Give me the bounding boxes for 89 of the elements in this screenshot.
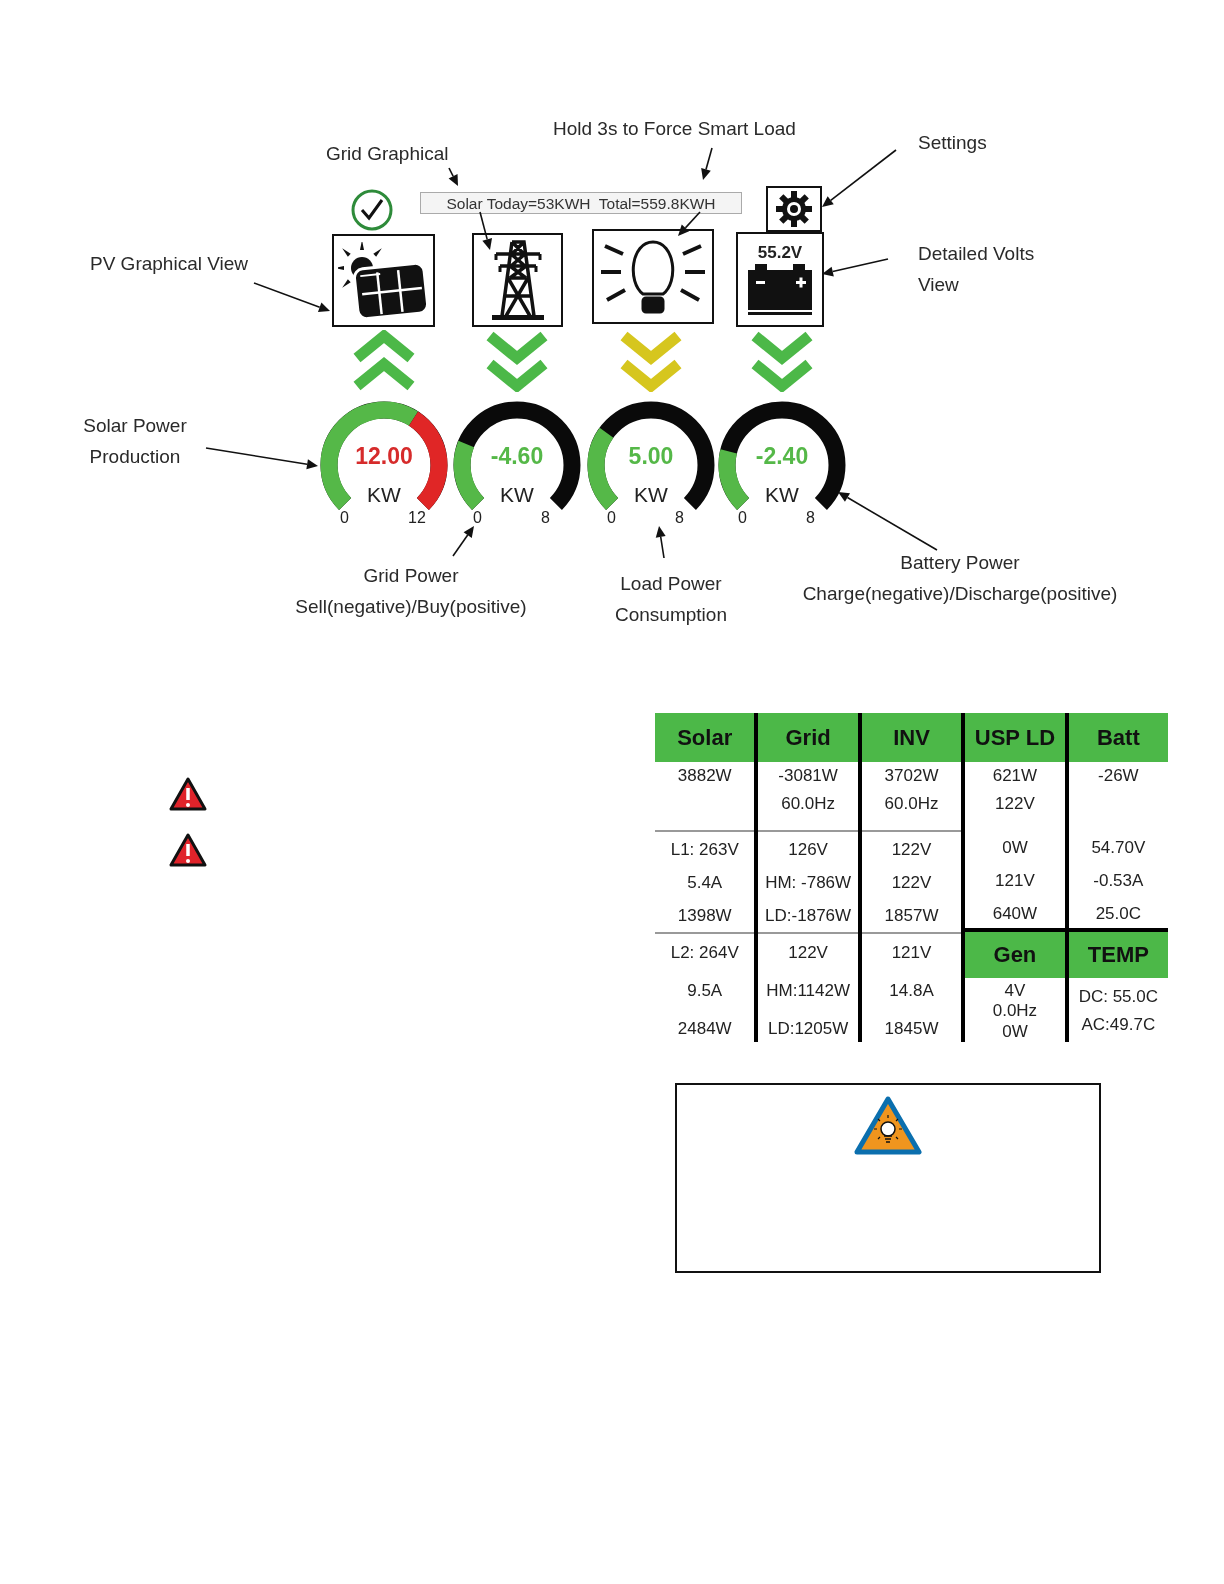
leader-arrow (822, 258, 889, 277)
column-header: Grid (758, 713, 858, 762)
table-cell: AC:49.7C (1081, 1014, 1156, 1035)
table-cell-text: 122V (891, 872, 932, 894)
table-cell-text: 121V (995, 870, 1035, 892)
table-cell-text: L1: 263V (670, 839, 739, 861)
table-cell-text: 640W (992, 903, 1038, 925)
check-circle-icon (350, 188, 394, 232)
annotation-label: Detailed Volts View (918, 242, 1036, 297)
table-cell: 0W (1002, 1021, 1028, 1042)
table-cell-text: 54.70V (1091, 837, 1146, 859)
gauge-max: 8 (675, 509, 684, 527)
annotation-label: Load Power Consumption (614, 572, 728, 627)
table-cell-text: -3081W (778, 765, 838, 787)
gauge-value: 12.00 (354, 443, 414, 470)
table-cell-text: -26W (1098, 765, 1139, 787)
table-cell-text: HM: -786W (765, 872, 852, 894)
warning-icon (168, 832, 208, 868)
annotation-label: Hold 3s to Force Smart Load (553, 117, 797, 141)
gauge-value: -2.40 (754, 443, 810, 470)
leader-arrow (678, 211, 701, 236)
gauge-min: 0 (340, 509, 349, 527)
table-cell-text: L2: 264V (670, 942, 739, 964)
table-cell-text: 122V (788, 942, 828, 964)
column-header: Solar (655, 713, 755, 762)
annotation-label: Battery Power Charge(negative)/Discharge(positive) (801, 551, 1119, 606)
table-cell-text: 25.0C (1095, 903, 1141, 925)
table-cell: 4V (1004, 980, 1026, 1001)
annotation-label: Grid Power Sell(negative)/Buy(positive) (294, 564, 528, 619)
table-cell-text: 126V (788, 839, 828, 861)
table-cell: 0.0Hz (992, 1001, 1038, 1021)
table-cell-text: 14.8A (889, 980, 934, 1002)
column-header: INV (861, 713, 962, 762)
settings-icon (775, 190, 813, 228)
gauge-max: 12 (408, 509, 426, 527)
annotation-label: Solar Power Production (82, 414, 188, 469)
gauge-value: 5.00 (627, 443, 675, 470)
gauge-unit: KW (633, 483, 669, 507)
table-cell-text: 1398W (677, 905, 732, 927)
warning-icon (168, 776, 208, 812)
column-header: USP LD (965, 713, 1065, 762)
grid-view-button[interactable] (472, 233, 563, 327)
table-cell-text: 1845W (884, 1018, 939, 1040)
gauge-min: 0 (473, 509, 482, 527)
settings-button[interactable] (766, 186, 822, 232)
gauge-max: 8 (541, 509, 550, 527)
table-cell-text: LD:-1876W (765, 905, 852, 927)
table-cell-text: 60.0Hz (884, 793, 939, 815)
battery-icon (745, 261, 815, 316)
table-cell-text: -0.53A (1093, 870, 1144, 892)
table-cell: DC: 55.0C (1078, 987, 1158, 1008)
leader-arrow (479, 211, 493, 250)
load-view-button[interactable] (592, 229, 714, 324)
battery-voltage: 55.2V (757, 243, 803, 262)
gauge-unit: KW (499, 483, 535, 507)
solar-view-button[interactable] (332, 234, 435, 327)
gauge-min: 0 (607, 509, 616, 527)
gauge-max: 8 (806, 509, 815, 527)
column-header: TEMP (1068, 928, 1169, 978)
table-cell-text: 60.0Hz (781, 793, 836, 815)
gauge-unit: KW (764, 483, 800, 507)
leader-arrow (701, 147, 713, 180)
table-cell-text: 122V (891, 839, 932, 861)
table-cell-text: 3702W (884, 765, 939, 787)
annotation-label: Grid Graphical (326, 142, 450, 166)
annotation-label: PV Graphical View (90, 252, 250, 276)
table-cell-text: 3882W (677, 765, 732, 787)
table-cell-text: 621W (992, 765, 1038, 787)
table-cell-text: 121V (891, 942, 932, 964)
gauge-value: -4.60 (489, 443, 545, 470)
table-cell-text: 122V (995, 793, 1035, 815)
table-cell-text: LD:1205W (767, 1018, 849, 1040)
gauge-unit: KW (366, 483, 402, 507)
table-cell-text: 2484W (677, 1018, 732, 1040)
table-cell-text: 0W (1002, 837, 1028, 859)
table-cell-text: HM:1142W (766, 980, 850, 1002)
annotation-label: Settings (918, 131, 988, 155)
light-bulb-warning-icon (853, 1095, 923, 1157)
leader-arrow (448, 167, 458, 186)
table-cell-text: 5.4A (687, 872, 723, 894)
column-header: Gen (965, 928, 1065, 978)
battery-view-button[interactable]: 55.2V (736, 232, 824, 327)
gauge-min: 0 (738, 509, 747, 527)
leader-arrow (655, 526, 666, 559)
leader-arrow (452, 526, 474, 557)
table-cell-text: 9.5A (687, 980, 723, 1002)
solar-summary[interactable]: Solar Today=53KWH Total=559.8KWH (420, 192, 742, 214)
column-header: Batt (1068, 713, 1169, 762)
table-cell-text: 1857W (884, 905, 939, 927)
